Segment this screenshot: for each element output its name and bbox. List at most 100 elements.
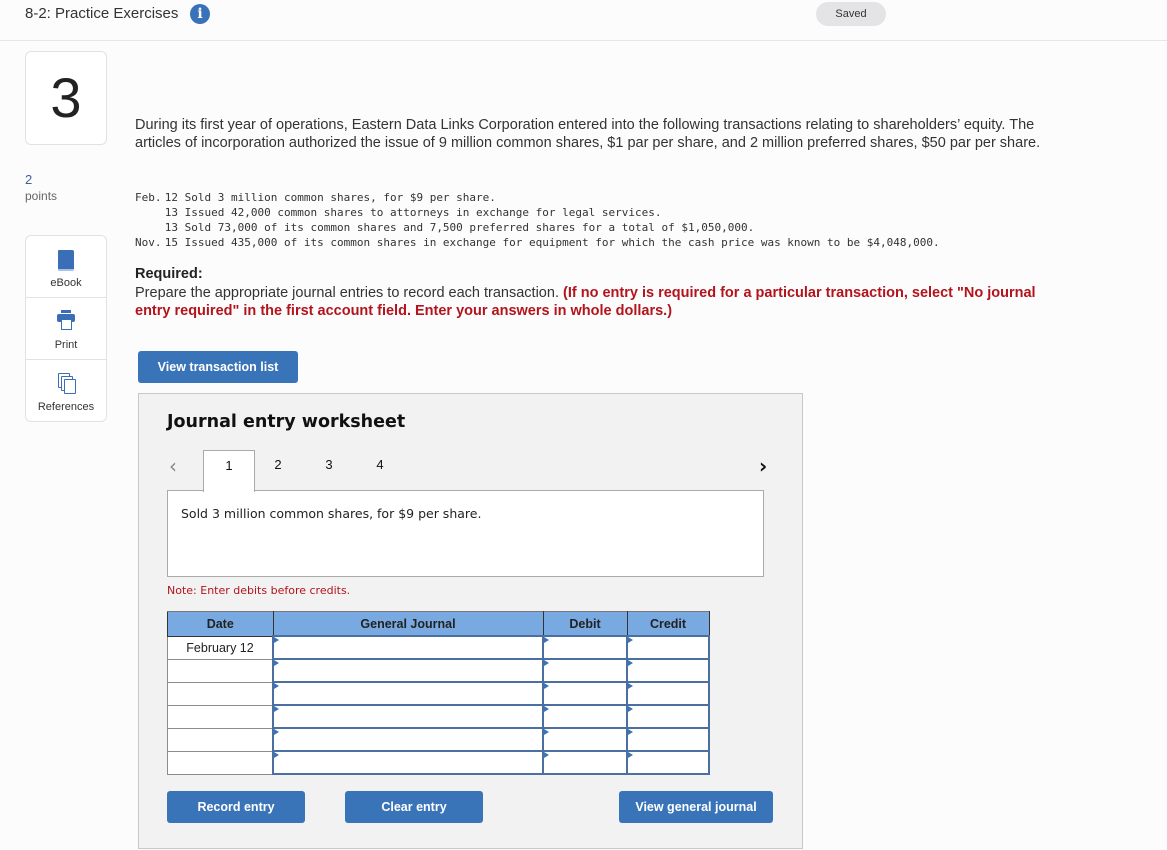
tab-4[interactable]: 4 [355, 450, 405, 490]
references-label: References [37, 401, 95, 413]
account-input[interactable] [274, 660, 542, 681]
view-transaction-list-button[interactable]: View transaction list [138, 351, 298, 383]
transaction-line: 13 Sold 73,000 of its common shares and 7… [135, 220, 940, 235]
journal-row [167, 704, 710, 729]
question-number: 3 [25, 51, 107, 145]
debit-input[interactable] [544, 752, 626, 773]
account-input-cell [272, 681, 544, 706]
required-text: Prepare the appropriate journal entries … [135, 285, 563, 301]
credit-input-cell [626, 635, 710, 660]
problem-intro: During its first year of operations, Eas… [135, 117, 1041, 151]
references-button[interactable]: References [26, 360, 106, 421]
transaction-text: Sold 73,000 of its common shares and 7,5… [184, 221, 755, 234]
debit-input-cell [542, 681, 628, 706]
account-input[interactable] [274, 637, 542, 658]
transaction-description: Sold 3 million common shares, for $9 per… [181, 506, 482, 521]
transaction-list: Feb. 12 Sold 3 million common shares, for … [135, 190, 940, 250]
debit-input-cell [542, 727, 628, 752]
credit-input-cell [626, 704, 710, 729]
transaction-day: 13 [164, 206, 179, 219]
view-general-journal-button[interactable]: View general journal [619, 791, 773, 823]
ebook-button[interactable]: eBook [26, 236, 106, 298]
debit-input[interactable] [544, 729, 626, 750]
tools-panel: eBook Print References [25, 235, 107, 422]
book-icon [58, 250, 74, 271]
printer-icon [57, 310, 75, 334]
journal-row [167, 750, 710, 775]
debit-input-cell [542, 635, 628, 660]
transaction-day: 15 [164, 236, 179, 249]
column-header-debit: Debit [542, 611, 628, 637]
debit-input[interactable] [544, 637, 626, 658]
credit-input[interactable] [628, 660, 708, 681]
worksheet-title: Journal entry worksheet [167, 412, 406, 432]
assignment-title: 8-2: Practice Exercises [25, 5, 179, 22]
credit-input[interactable] [628, 683, 708, 704]
debit-input-cell [542, 704, 628, 729]
date-cell [167, 750, 274, 775]
debit-input[interactable] [544, 683, 626, 704]
transaction-day: 13 [164, 221, 179, 234]
account-input[interactable] [274, 752, 542, 773]
transaction-text: Sold 3 million common shares, for $9 per… [184, 191, 496, 204]
column-header-general-journal: General Journal [272, 611, 544, 637]
debit-input-cell [542, 658, 628, 683]
transaction-text: Issued 42,000 common shares to attorneys… [184, 206, 662, 219]
transaction-text: Issued 435,000 of its common shares in e… [184, 236, 940, 249]
transaction-line: Nov. 15 Issued 435,000 of its common share… [135, 235, 940, 250]
debit-input-cell [542, 750, 628, 775]
debit-input[interactable] [544, 706, 626, 727]
account-input-cell [272, 704, 544, 729]
credit-input-cell [626, 727, 710, 752]
clear-entry-button[interactable]: Clear entry [345, 791, 483, 823]
column-header-date: Date [167, 611, 274, 637]
credit-input[interactable] [628, 729, 708, 750]
account-input-cell [272, 635, 544, 660]
credit-input[interactable] [628, 752, 708, 773]
saved-status-badge: Saved [816, 2, 886, 26]
date-cell [167, 658, 274, 683]
credit-input[interactable] [628, 706, 708, 727]
date-cell [167, 681, 274, 706]
account-input[interactable] [274, 706, 542, 727]
required-instructions: Prepare the appropriate journal entries … [135, 284, 1070, 320]
tab-3[interactable]: 3 [304, 450, 354, 490]
print-label: Print [54, 339, 78, 351]
account-input-cell [272, 727, 544, 752]
date-cell [167, 727, 274, 752]
print-button[interactable]: Print [26, 298, 106, 360]
debit-credit-note: Note: Enter debits before credits. [167, 584, 351, 597]
transaction-line: Feb. 12 Sold 3 million common shares, for … [135, 190, 940, 205]
transaction-day: 12 [164, 191, 179, 204]
account-input-cell [272, 658, 544, 683]
account-input-cell [272, 750, 544, 775]
journal-entry-worksheet: Journal entry worksheet ‹ 1 2 3 4 › Sold… [138, 393, 803, 849]
credit-input-cell [626, 658, 710, 683]
transaction-month: Feb. [135, 191, 162, 204]
date-cell: February 12 [167, 635, 274, 660]
chevron-right-icon[interactable]: › [759, 454, 767, 478]
tab-2[interactable]: 2 [253, 450, 303, 490]
debit-input[interactable] [544, 660, 626, 681]
credit-input-cell [626, 750, 710, 775]
transaction-description-box: Sold 3 million common shares, for $9 per… [167, 490, 764, 577]
account-input[interactable] [274, 729, 542, 750]
transaction-month: Nov. [135, 236, 162, 249]
journal-row [167, 658, 710, 683]
info-icon[interactable]: i [190, 4, 210, 24]
journal-row [167, 727, 710, 752]
record-entry-button[interactable]: Record entry [167, 791, 305, 823]
account-input[interactable] [274, 683, 542, 704]
required-heading: Required: [135, 266, 203, 282]
date-cell [167, 704, 274, 729]
credit-input-cell [626, 681, 710, 706]
chevron-left-icon[interactable]: ‹ [169, 454, 177, 478]
tab-1[interactable]: 1 [203, 450, 255, 492]
transaction-line: 13 Issued 42,000 common shares to attorne… [135, 205, 940, 220]
column-header-credit: Credit [626, 611, 710, 637]
ebook-label: eBook [50, 277, 82, 289]
credit-input[interactable] [628, 637, 708, 658]
points-value: 2 [25, 172, 33, 187]
journal-row [167, 681, 710, 706]
journal-row: February 12 [167, 635, 710, 660]
